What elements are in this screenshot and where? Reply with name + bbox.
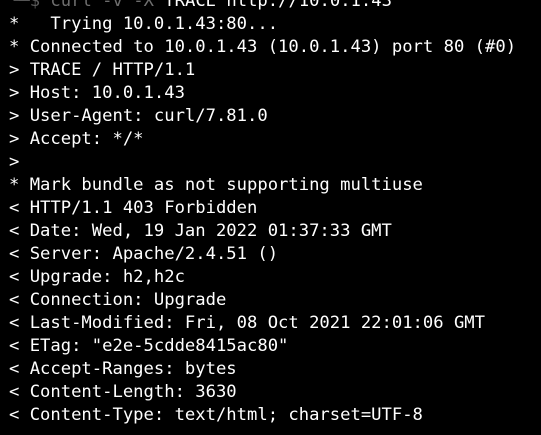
output-line-info: * Trying 10.0.1.43:80... [9,13,516,36]
output-line-response: < HTTP/1.1 403 Forbidden [9,197,516,220]
text-segment: > Accept: */* [9,129,144,149]
text-segment: > Host: 10.0.1.43 [9,83,185,103]
command-line: └─$ curl -v -X TRACE http://10.0.1.43 [9,0,516,13]
output-line-response: < Connection: Upgrade [9,289,516,312]
output-line-response: < Server: Apache/2.4.51 () [9,243,516,266]
output-line-response: < Last-Modified: Fri, 08 Oct 2021 22:01:… [9,312,516,335]
text-segment: < Upgrade: h2,h2c [9,267,185,287]
text-segment: > User-Agent: curl/7.81.0 [9,106,268,126]
text-segment: < Connection: Upgrade [9,290,227,310]
text-segment: < Content-Length: 3630 [9,382,237,402]
text-segment: < ETag: "e2e-5cdde8415ac80" [9,336,289,356]
terminal-window[interactable]: └─$ curl -v -X TRACE http://10.0.1.43 * T… [0,0,541,435]
terminal-output: └─$ curl -v -X TRACE http://10.0.1.43 * T… [9,0,516,427]
text-segment: < Date: Wed, 19 Jan 2022 01:37:33 GMT [9,221,392,241]
text-segment [92,0,102,11]
text-segment: * Trying 10.0.1.43:80... [9,14,279,34]
output-line-response: < Accept-Ranges: bytes [9,358,516,381]
text-segment: * Connected to 10.0.1.43 (10.0.1.43) por… [9,37,517,57]
output-line-request: > User-Agent: curl/7.81.0 [9,105,516,128]
output-line-response: < Content-Type: text/html; charset=UTF-8 [9,404,516,427]
text-segment: > TRACE / HTTP/1.1 [9,60,196,80]
text-segment: < Server: Apache/2.4.51 () [9,244,279,264]
output-line-response: < Upgrade: h2,h2c [9,266,516,289]
text-segment: * Mark bundle as not supporting multiuse [9,175,423,195]
text-segment: > [9,152,20,172]
text-segment: < Content-Type: text/html; charset=UTF-8 [9,405,423,425]
output-line-info: * Mark bundle as not supporting multiuse [9,174,516,197]
text-segment: < HTTP/1.1 403 Forbidden [9,198,258,218]
output-line-response: < Date: Wed, 19 Jan 2022 01:37:33 GMT [9,220,516,243]
output-line-info: * Connected to 10.0.1.43 (10.0.1.43) por… [9,36,516,59]
output-line-request: > Accept: */* [9,128,516,151]
command-token: curl [50,0,92,11]
text-segment [123,0,133,11]
output-line-request: > TRACE / HTTP/1.1 [9,59,516,82]
command-token: -X [133,0,154,11]
text-segment: TRACE http://10.0.1.43 [153,0,392,11]
output-line-response: < Content-Length: 3630 [9,381,516,404]
output-line-response: < ETag: "e2e-5cdde8415ac80" [9,335,516,358]
text-segment: < Last-Modified: Fri, 08 Oct 2021 22:01:… [9,313,485,333]
shell-prompt: └─$ [9,0,51,11]
text-segment: < Accept-Ranges: bytes [9,359,237,379]
command-token: -v [102,0,123,11]
output-line-request: > [9,151,516,174]
output-line-request: > Host: 10.0.1.43 [9,82,516,105]
